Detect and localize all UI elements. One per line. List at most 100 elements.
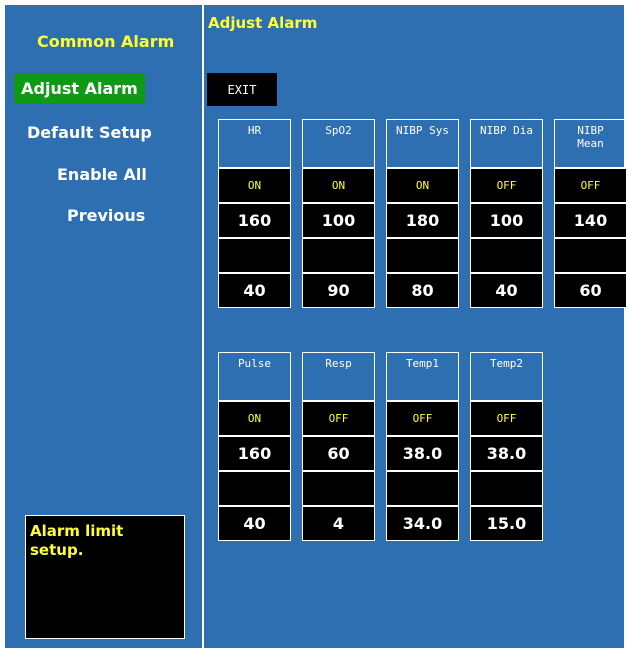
- limit-spacer: [554, 238, 627, 273]
- low-limit-field[interactable]: 15.0: [470, 506, 543, 541]
- low-limit-field[interactable]: 40: [218, 506, 291, 541]
- param-name-text: Temp1: [405, 357, 440, 370]
- param-name: NIBP Sys: [386, 119, 459, 168]
- param-name-text: SpO2: [325, 124, 352, 137]
- alarm-state-toggle[interactable]: OFF: [470, 168, 543, 203]
- low-limit-field-text: 15.0: [486, 514, 527, 533]
- limit-spacer: [302, 471, 375, 506]
- low-limit-field-text: 60: [579, 281, 602, 300]
- limit-spacer: [386, 471, 459, 506]
- alarm-state-toggle[interactable]: OFF: [470, 401, 543, 436]
- param-name: Temp1: [386, 352, 459, 401]
- high-limit-field-text: 140: [573, 211, 608, 230]
- param-column: SpO2 ON 100 90: [302, 119, 375, 308]
- alarm-state-toggle[interactable]: ON: [218, 401, 291, 436]
- param-column: NIBP Mean OFF 140 60: [554, 119, 627, 308]
- high-limit-field-text: 38.0: [402, 444, 443, 463]
- high-limit-field-text: 180: [405, 211, 440, 230]
- low-limit-field[interactable]: 90: [302, 273, 375, 308]
- panel-title: Adjust Alarm: [208, 14, 318, 32]
- low-limit-field-text: 4: [332, 514, 345, 533]
- menu-item-enable-all[interactable]: Enable All: [57, 160, 147, 190]
- param-column: NIBP Sys ON 180 80: [386, 119, 459, 308]
- param-name-text: Resp: [325, 357, 352, 370]
- alarm-state-toggle-text: OFF: [580, 179, 601, 192]
- high-limit-field-text: 160: [237, 211, 272, 230]
- alarm-state-toggle-text: ON: [415, 179, 430, 192]
- alarm-state-toggle[interactable]: ON: [386, 168, 459, 203]
- param-name-text: Pulse: [237, 357, 272, 370]
- low-limit-field[interactable]: 60: [554, 273, 627, 308]
- param-name: HR: [218, 119, 291, 168]
- high-limit-field-text: 38.0: [486, 444, 527, 463]
- left-menu-title: Common Alarm: [37, 32, 175, 51]
- help-box: Alarm limit setup.: [25, 515, 185, 639]
- high-limit-field-text: 100: [489, 211, 524, 230]
- param-name-text: HR: [247, 124, 262, 137]
- param-column: NIBP Dia OFF 100 40: [470, 119, 543, 308]
- panel-divider: [202, 5, 204, 648]
- alarm-state-toggle[interactable]: OFF: [386, 401, 459, 436]
- param-column: Temp1 OFF 38.0 34.0: [386, 352, 459, 541]
- param-column: HR ON 160 40: [218, 119, 291, 308]
- low-limit-field-text: 80: [411, 281, 434, 300]
- high-limit-field-text: 60: [327, 444, 350, 463]
- low-limit-field-text: 34.0: [402, 514, 443, 533]
- high-limit-field[interactable]: 160: [218, 436, 291, 471]
- param-name: Pulse: [218, 352, 291, 401]
- high-limit-field[interactable]: 38.0: [470, 436, 543, 471]
- param-name: Temp2: [470, 352, 543, 401]
- param-column: Temp2 OFF 38.0 15.0: [470, 352, 543, 541]
- high-limit-field[interactable]: 180: [386, 203, 459, 238]
- alarm-state-toggle-text: OFF: [412, 412, 433, 425]
- low-limit-field[interactable]: 40: [218, 273, 291, 308]
- alarm-state-toggle-text: ON: [247, 412, 262, 425]
- limit-spacer: [470, 238, 543, 273]
- limit-spacer: [470, 471, 543, 506]
- high-limit-field-text: 100: [321, 211, 356, 230]
- param-name-text: NIBP Sys: [396, 124, 449, 137]
- limit-spacer: [302, 238, 375, 273]
- high-limit-field[interactable]: 100: [302, 203, 375, 238]
- param-name-text: NIBP Dia: [480, 124, 533, 137]
- limit-spacer: [218, 238, 291, 273]
- param-column: Resp OFF 60 4: [302, 352, 375, 541]
- param-name: NIBP Mean: [554, 119, 627, 168]
- param-name: SpO2: [302, 119, 375, 168]
- low-limit-field[interactable]: 80: [386, 273, 459, 308]
- limit-spacer: [218, 471, 291, 506]
- alarm-state-toggle-text: ON: [247, 179, 262, 192]
- param-name: NIBP Dia: [470, 119, 543, 168]
- menu-item-default-setup[interactable]: Default Setup: [27, 118, 152, 148]
- param-name-text: Temp2: [489, 357, 524, 370]
- alarm-state-toggle[interactable]: ON: [302, 168, 375, 203]
- high-limit-field-text: 160: [237, 444, 272, 463]
- high-limit-field[interactable]: 100: [470, 203, 543, 238]
- param-name-text: NIBP Mean: [577, 124, 604, 150]
- low-limit-field[interactable]: 40: [470, 273, 543, 308]
- low-limit-field-text: 90: [327, 281, 350, 300]
- param-column: Pulse ON 160 40: [218, 352, 291, 541]
- menu-item-previous[interactable]: Previous: [67, 201, 145, 231]
- low-limit-field[interactable]: 34.0: [386, 506, 459, 541]
- high-limit-field[interactable]: 38.0: [386, 436, 459, 471]
- low-limit-field[interactable]: 4: [302, 506, 375, 541]
- monitor-screen: Common Alarm Adjust Alarm Default Setup …: [5, 5, 627, 648]
- alarm-state-toggle-text: OFF: [496, 179, 517, 192]
- alarm-state-toggle-text: ON: [331, 179, 346, 192]
- param-name: Resp: [302, 352, 375, 401]
- alarm-state-toggle[interactable]: OFF: [554, 168, 627, 203]
- low-limit-field-text: 40: [495, 281, 518, 300]
- alarm-state-toggle-text: OFF: [496, 412, 517, 425]
- low-limit-field-text: 40: [243, 281, 266, 300]
- high-limit-field[interactable]: 160: [218, 203, 291, 238]
- menu-item-adjust-alarm[interactable]: Adjust Alarm: [14, 74, 145, 104]
- alarm-state-toggle-text: OFF: [328, 412, 349, 425]
- alarm-state-toggle[interactable]: OFF: [302, 401, 375, 436]
- exit-button[interactable]: EXIT: [207, 73, 277, 106]
- high-limit-field[interactable]: 60: [302, 436, 375, 471]
- low-limit-field-text: 40: [243, 514, 266, 533]
- high-limit-field[interactable]: 140: [554, 203, 627, 238]
- alarm-state-toggle[interactable]: ON: [218, 168, 291, 203]
- limit-spacer: [386, 238, 459, 273]
